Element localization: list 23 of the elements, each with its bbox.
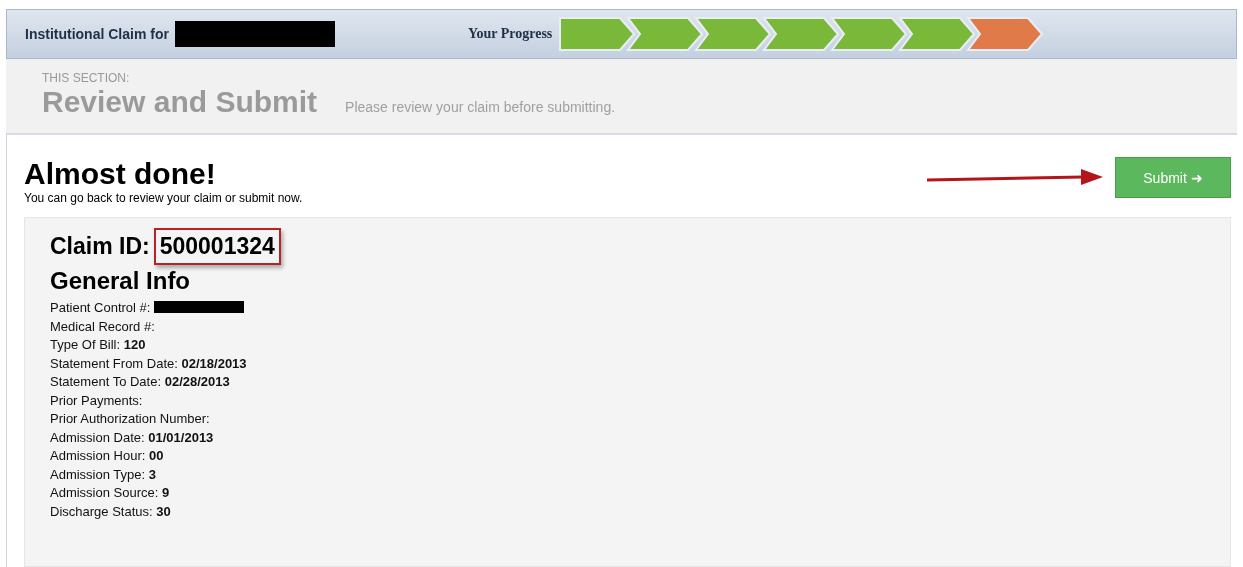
info-field: Admission Type: 3	[50, 465, 1230, 484]
info-field: Statement From Date: 02/18/2013	[50, 354, 1230, 373]
info-field: Discharge Status: 30	[50, 502, 1230, 521]
section-title: Review and Submit	[42, 85, 318, 119]
section-hint: Please review your claim before submitting.	[345, 99, 616, 115]
info-field: Type Of Bill: 120	[50, 336, 1230, 355]
info-field: Patient Control #:	[50, 299, 1230, 318]
claim-id-value: 500001324	[159, 233, 275, 259]
submit-button[interactable]: Submit ➜	[1115, 157, 1231, 198]
claim-title: Institutional Claim for	[25, 26, 169, 42]
info-field: Statement To Date: 02/28/2013	[50, 373, 1230, 392]
progress-label: Your Progress	[467, 26, 553, 42]
info-field: Admission Source: 9	[50, 484, 1230, 503]
page-heading: Almost done!	[24, 157, 217, 191]
claim-id-label: Claim ID:	[50, 233, 150, 260]
info-field: Admission Hour: 00	[50, 447, 1230, 466]
section-caption: THIS SECTION:	[42, 71, 131, 85]
info-field: Medical Record #:	[50, 317, 1230, 336]
instruction-text: You can go back to review your claim or submit now.	[24, 191, 303, 205]
info-field: Admission Date: 01/01/2013	[50, 428, 1230, 447]
section-heading: General Info	[50, 267, 192, 295]
info-field: Prior Authorization Number:	[50, 410, 1230, 429]
info-field: Prior Payments:	[50, 391, 1230, 410]
